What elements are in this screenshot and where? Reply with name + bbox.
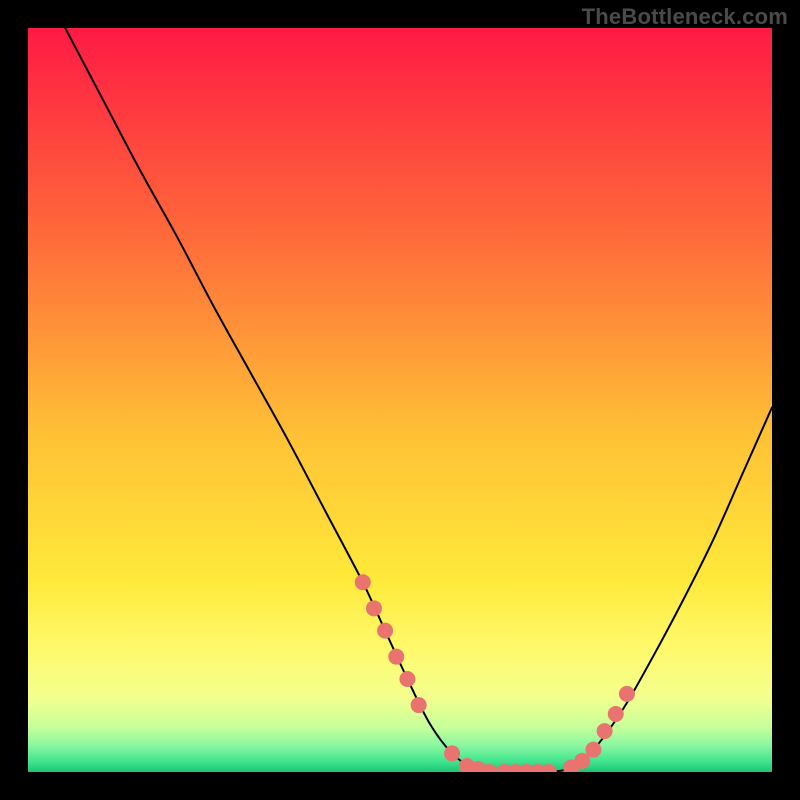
- highlight-dot: [377, 623, 393, 639]
- highlight-dot: [411, 697, 427, 713]
- highlight-dot: [366, 600, 382, 616]
- watermark-text: TheBottleneck.com: [582, 4, 788, 30]
- highlight-dot: [619, 686, 635, 702]
- plot-area: [28, 28, 772, 772]
- highlight-dot: [585, 742, 601, 758]
- chart-svg: [28, 28, 772, 772]
- highlight-dot: [608, 706, 624, 722]
- highlight-dot: [355, 574, 371, 590]
- highlight-dot: [597, 723, 613, 739]
- highlight-dot: [388, 649, 404, 665]
- highlight-dot: [399, 671, 415, 687]
- chart-frame: TheBottleneck.com: [0, 0, 800, 800]
- highlight-dot: [444, 745, 460, 761]
